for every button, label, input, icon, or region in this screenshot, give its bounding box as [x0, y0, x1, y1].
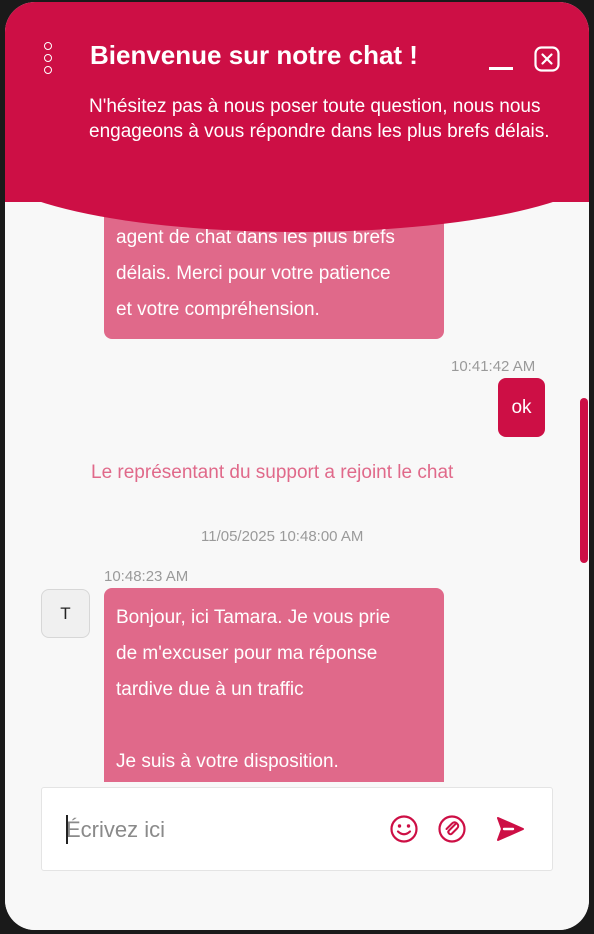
message-input[interactable] [64, 814, 358, 846]
chat-header: Bienvenue sur notre chat ! N'hésitez pas… [5, 2, 589, 202]
message-line: tardive due à un traffic [116, 679, 304, 700]
input-area [5, 782, 589, 930]
vertical-dots-icon[interactable] [42, 42, 54, 74]
header-title: Bienvenue sur notre chat ! [90, 40, 418, 70]
avatar: T [41, 589, 90, 638]
message-composer [41, 787, 553, 871]
minimize-icon[interactable] [489, 52, 513, 72]
scrollbar-thumb[interactable] [580, 398, 588, 563]
message-timestamp: 10:48:23 AM [104, 568, 189, 585]
message-line [116, 708, 432, 744]
message-line: et votre compréhension. [116, 299, 320, 320]
user-message-bubble: ok [498, 378, 545, 437]
chat-widget: agent de chat dans les plus brefs délais… [5, 2, 589, 930]
message-line: de m'excuser pour ma réponse [116, 643, 378, 664]
message-line: délais. Merci pour votre patience [116, 263, 391, 284]
agent-message-bubble: Bonjour, ici Tamara. Je vous prie de m'e… [104, 588, 444, 808]
close-icon[interactable] [534, 46, 560, 72]
message-line: Bonjour, ici Tamara. Je vous prie [116, 607, 391, 628]
system-message: Le représentant du support a rejoint le … [91, 462, 454, 483]
message-timestamp: 10:41:42 AM [451, 358, 536, 375]
message-line: Je suis à votre disposition. [116, 751, 339, 772]
attachment-icon[interactable] [437, 814, 467, 849]
system-timestamp: 11/05/2025 10:48:00 AM [201, 528, 364, 545]
header-subtitle: N'hésitez pas à nous poser toute questio… [89, 96, 550, 142]
text-caret [66, 815, 68, 844]
emoji-icon[interactable] [389, 814, 419, 849]
send-icon[interactable] [495, 815, 525, 848]
